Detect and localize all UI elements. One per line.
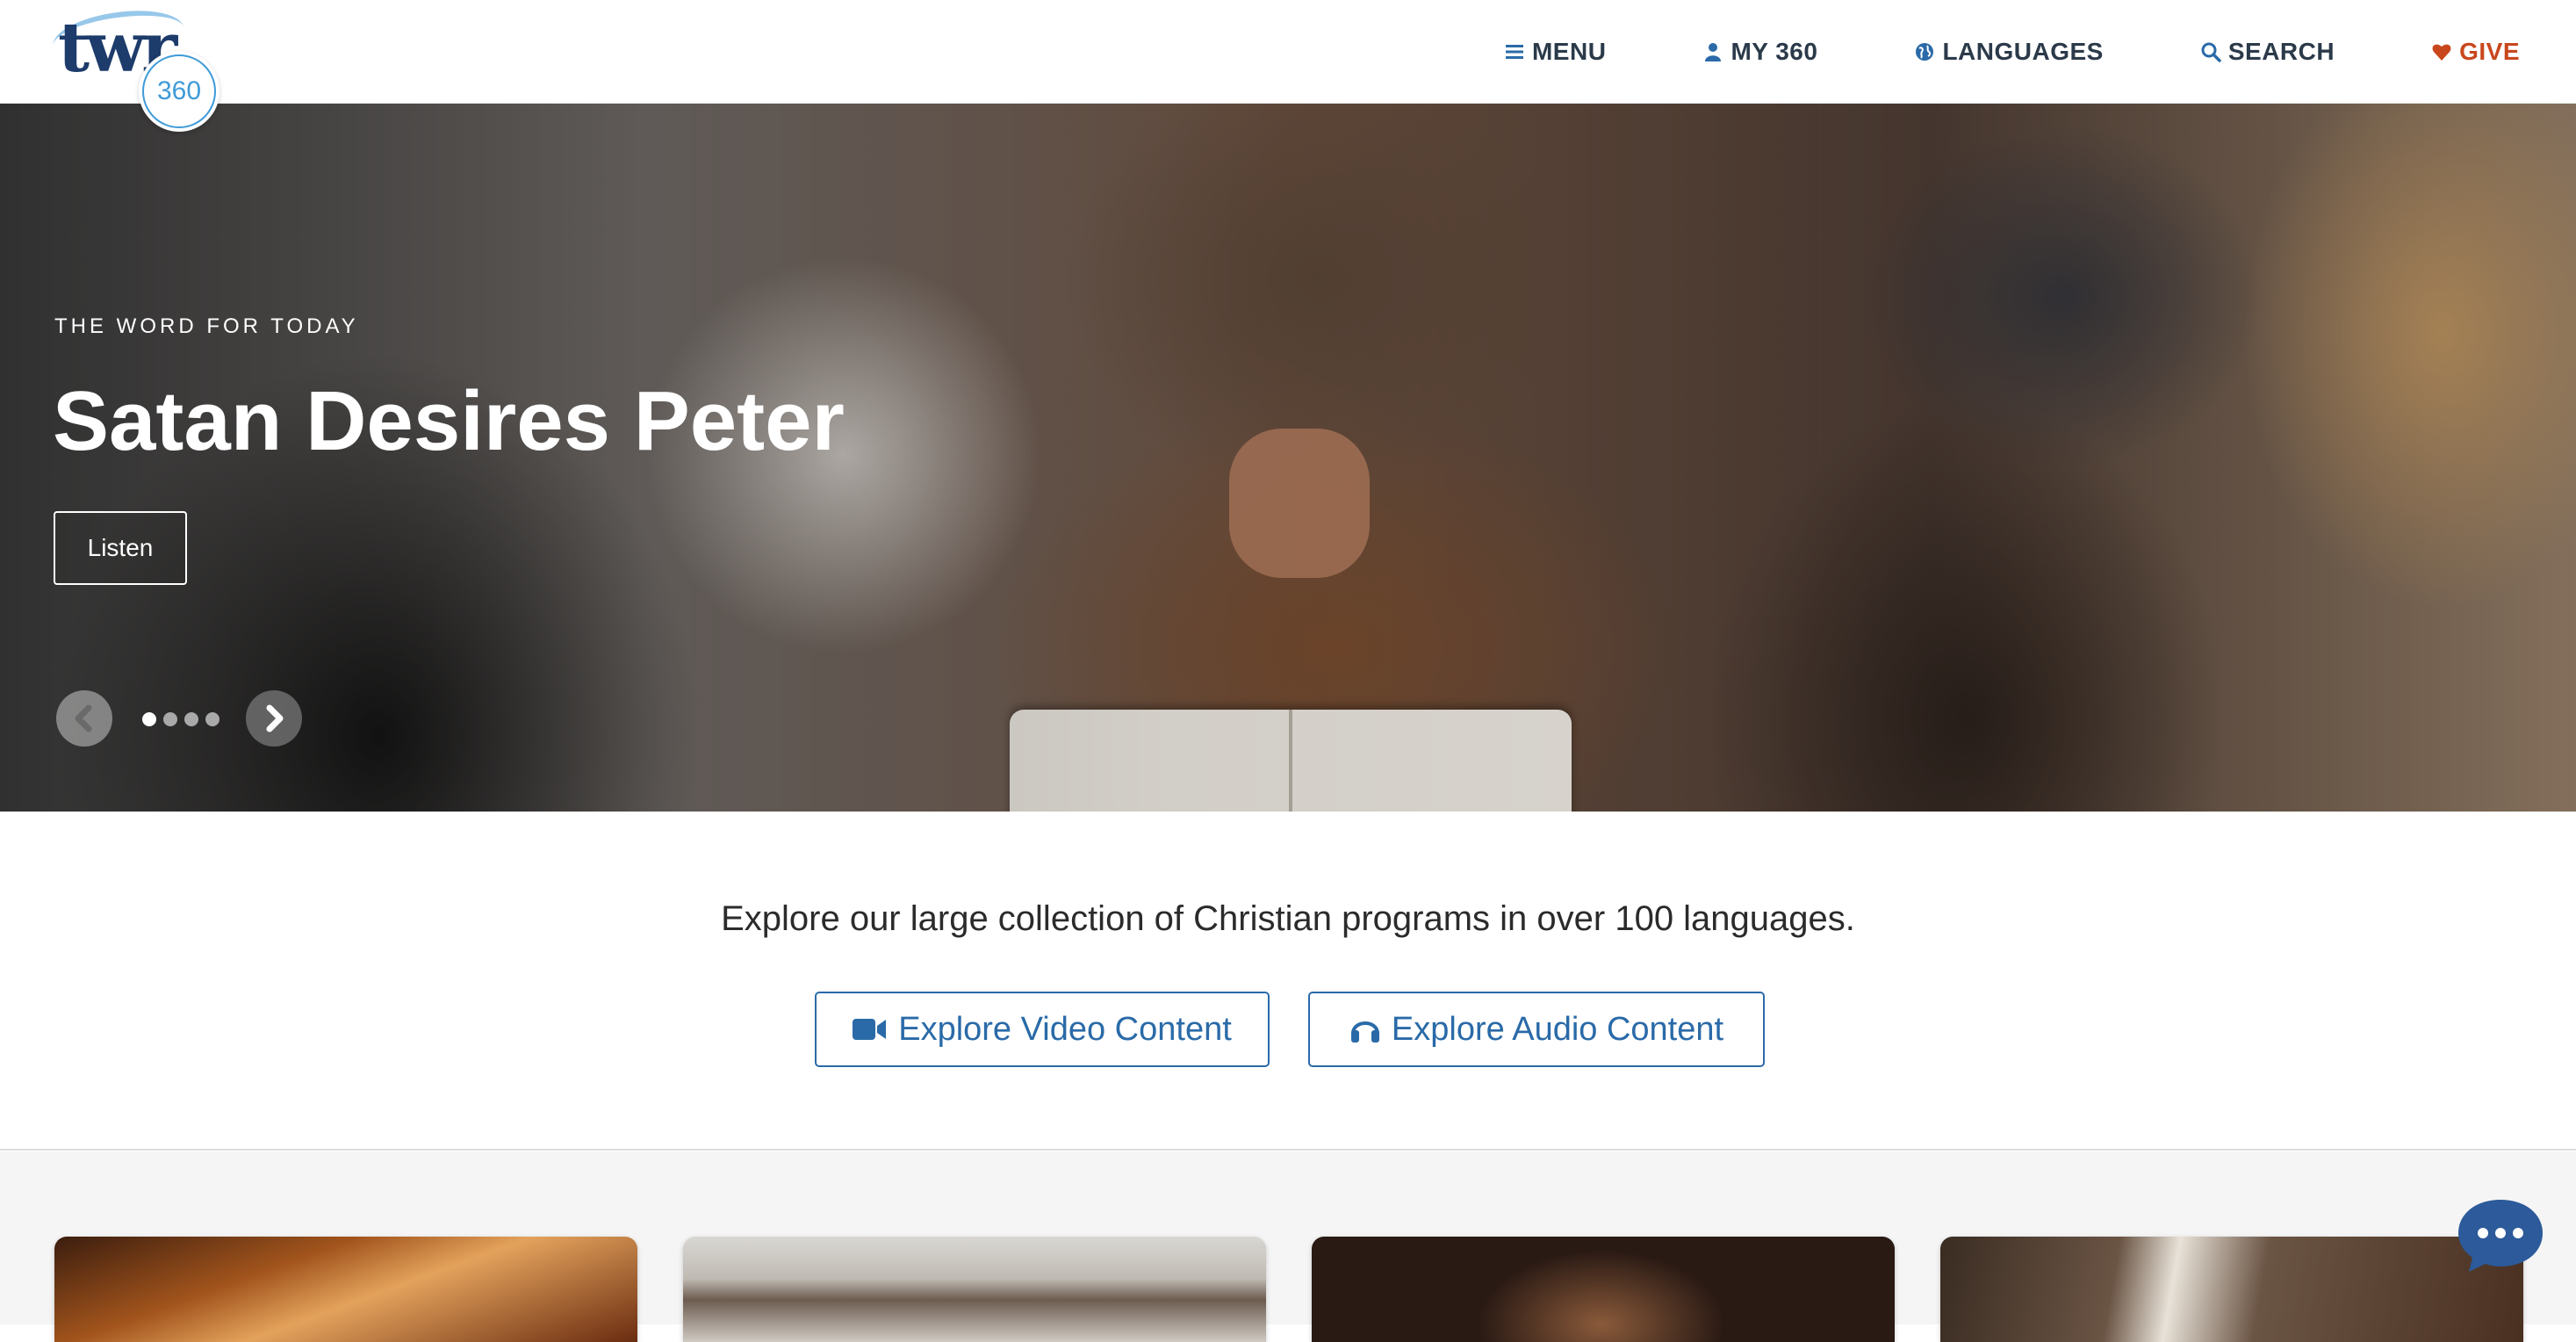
- content-cards: [0, 1151, 2576, 1342]
- nav-my360[interactable]: MY 360: [1702, 38, 1817, 66]
- explore-audio-label: Explore Audio Content: [1391, 1010, 1724, 1048]
- nav-languages[interactable]: LANGUAGES: [1914, 38, 2103, 66]
- hero-kicker: THE WORD FOR TODAY: [54, 314, 359, 338]
- nav-give-label: GIVE: [2459, 38, 2520, 65]
- main-nav: MENU MY 360 LANGUAGES SEARCH GIVE: [1504, 0, 2520, 104]
- explore-video-button[interactable]: Explore Video Content: [815, 992, 1270, 1067]
- carousel-dot-2[interactable]: [163, 712, 177, 726]
- carousel-dot-1[interactable]: [142, 712, 156, 726]
- headphones-icon: [1350, 1021, 1379, 1043]
- hero-carousel: THE WORD FOR TODAY Satan Desires Peter L…: [0, 104, 2576, 812]
- bars-icon: [1505, 45, 1523, 59]
- chevron-left-icon: [75, 704, 92, 732]
- nav-menu[interactable]: MENU: [1504, 38, 1606, 66]
- nav-my360-label: MY 360: [1731, 38, 1818, 65]
- logo-badge-number: 360: [142, 54, 216, 128]
- chat-bubble-icon: [2458, 1200, 2543, 1272]
- carousel-next-button[interactable]: [246, 690, 302, 747]
- user-icon: [1705, 43, 1722, 61]
- globe-icon: [1916, 43, 1934, 61]
- hero-title: Satan Desires Peter: [53, 374, 845, 468]
- nav-search-label: SEARCH: [2227, 38, 2335, 65]
- logo-badge: 360: [139, 51, 219, 132]
- chat-button[interactable]: [2457, 1196, 2544, 1273]
- content-card[interactable]: [54, 1237, 637, 1342]
- explore-description: Explore our large collection of Christia…: [721, 899, 1855, 938]
- carousel-dot-4[interactable]: [205, 712, 219, 726]
- nav-languages-label: LANGUAGES: [1942, 38, 2104, 65]
- carousel-prev-button[interactable]: [56, 690, 112, 747]
- explore-audio-button[interactable]: Explore Audio Content: [1308, 992, 1765, 1067]
- explore-video-label: Explore Video Content: [898, 1010, 1232, 1048]
- carousel-dots: [142, 712, 219, 726]
- heart-icon: [2432, 44, 2451, 61]
- nav-menu-label: MENU: [1531, 38, 1607, 65]
- explore-section: Explore our large collection of Christia…: [0, 812, 2576, 1151]
- nav-give[interactable]: GIVE: [2431, 38, 2520, 66]
- content-card[interactable]: [1312, 1237, 1895, 1342]
- content-card[interactable]: [1940, 1237, 2523, 1342]
- listen-button[interactable]: Listen: [54, 511, 187, 585]
- carousel-dot-3[interactable]: [184, 712, 198, 726]
- search-icon: [2201, 42, 2221, 62]
- chevron-right-icon: [266, 704, 284, 732]
- twr360-logo[interactable]: twr 360: [49, 3, 227, 132]
- nav-search[interactable]: SEARCH: [2200, 38, 2335, 66]
- video-camera-icon: [853, 1019, 887, 1040]
- site-header: twr 360 MENU MY 360 LANGUAGES SEARCH GIV…: [0, 0, 2576, 132]
- content-card[interactable]: [683, 1237, 1266, 1342]
